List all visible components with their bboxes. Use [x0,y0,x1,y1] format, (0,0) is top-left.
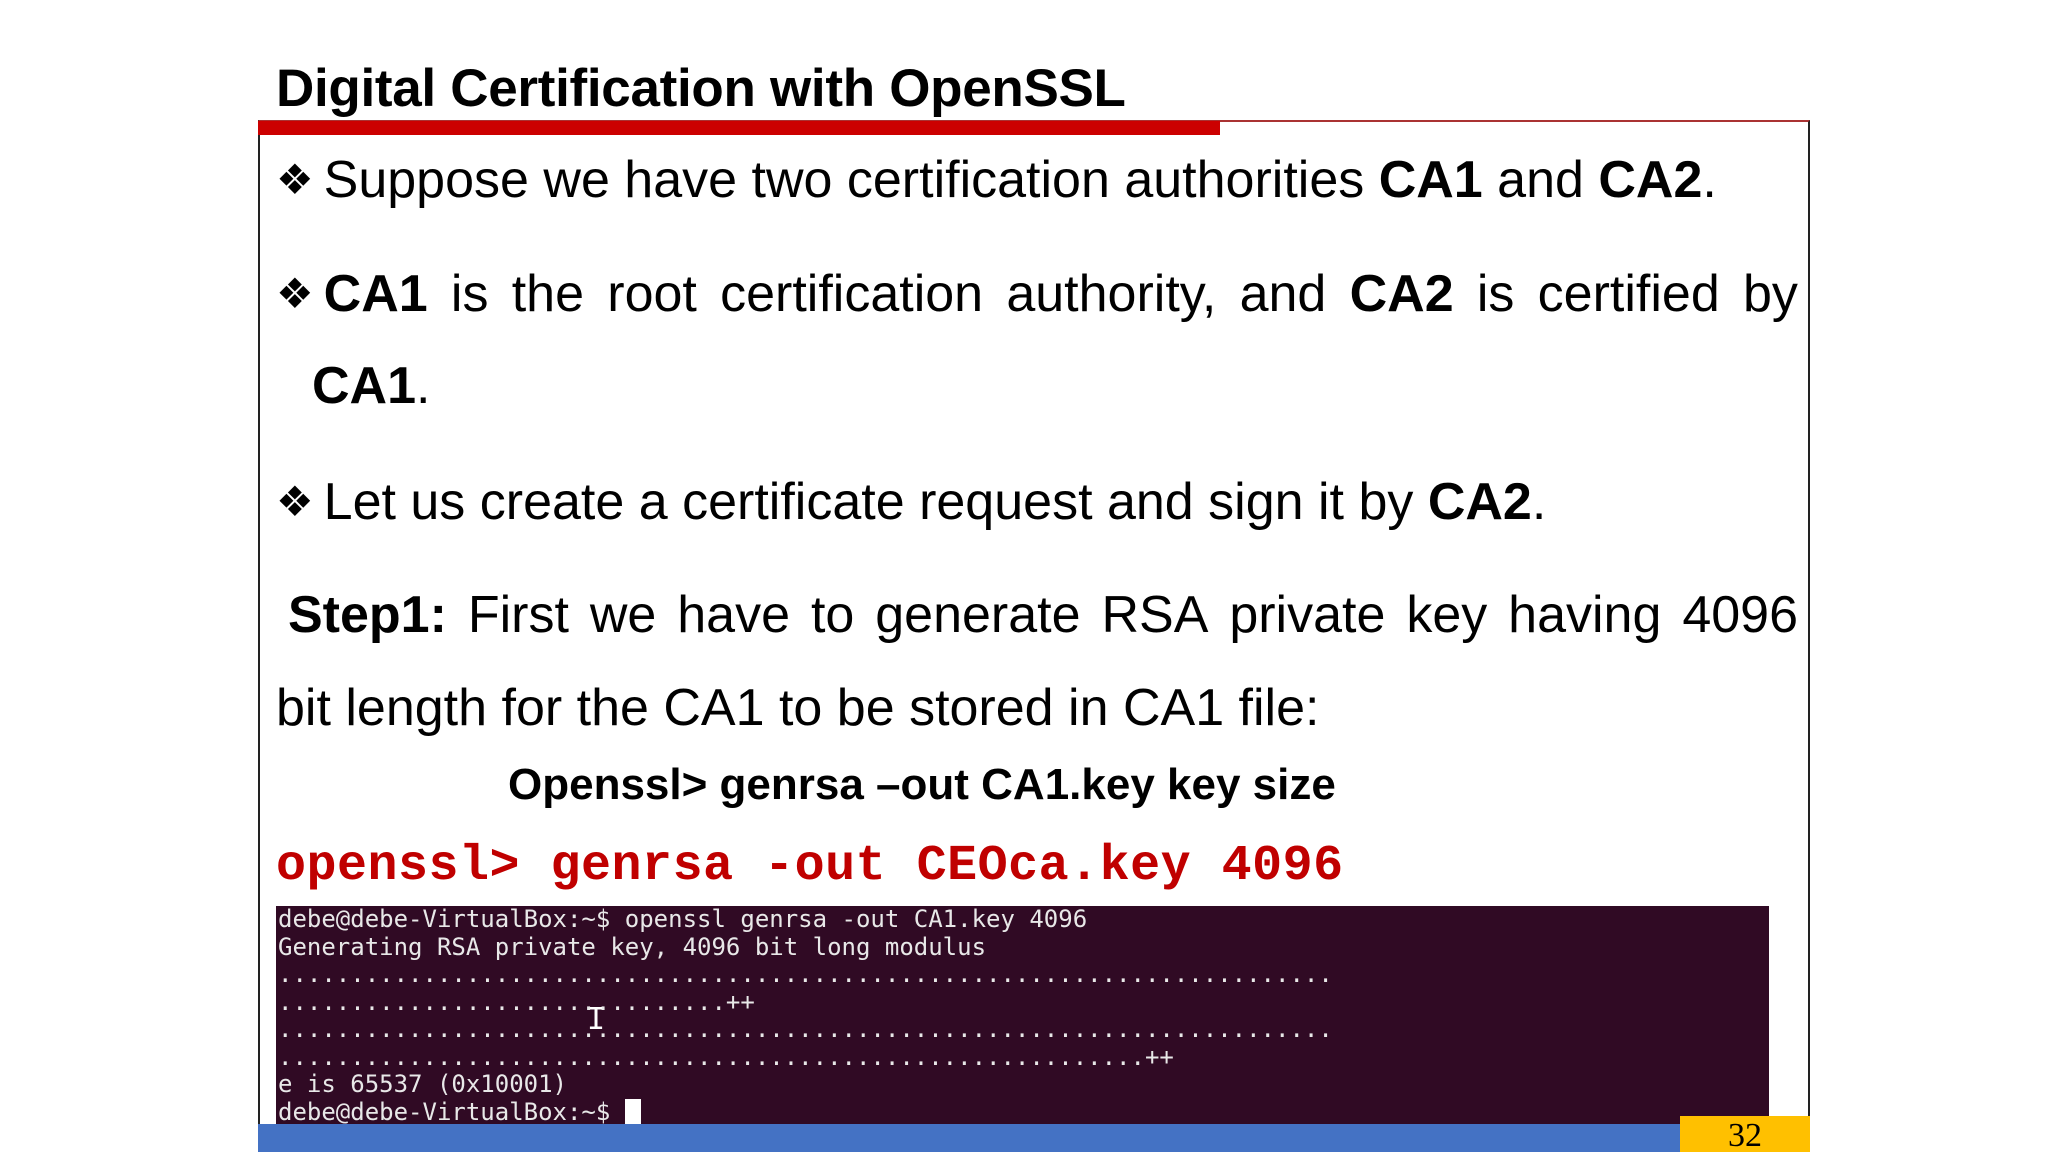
terminal-line: e is 65537 (0x10001) [278,1070,567,1098]
terminal-line: ...............................++ [278,987,755,1016]
bullet-3: ❖ Let us create a certificate request and… [276,473,1547,531]
text-cursor-icon: I [587,1002,606,1037]
command-syntax: Openssl> genrsa –out CA1.key key size [508,760,1336,809]
bullet-diamond-icon: ❖ [276,156,314,203]
bullet-2: ❖ CA1 is the root certification authority… [276,265,1798,323]
page-number: 32 [1680,1116,1810,1154]
terminal-line: ........................................… [278,960,1333,988]
bullet-2-continuation: CA1. [312,357,431,415]
slide-title: Digital Certification with OpenSSL [276,59,1126,118]
terminal-line: ........................................… [278,1042,1174,1071]
terminal-cursor [624,1098,641,1124]
terminal-line: ........................................… [278,1015,1333,1043]
terminal-line: Generating RSA private key, 4096 bit lon… [278,932,987,961]
step1-line-2: bit length for the CA1 to be stored in C… [276,679,1320,737]
command-example: openssl> genrsa -out CEOca.key 4096 [276,838,1344,895]
footer-bar [258,1124,1810,1152]
terminal-screenshot: debe@debe-VirtualBox:~$ openssl genrsa -… [276,906,1769,1128]
bullet-diamond-icon: ❖ [276,270,314,317]
terminal-line: debe@debe-VirtualBox:~$ openssl genrsa -… [278,906,1088,933]
terminal-prompt-line: debe@debe-VirtualBox:~$ [278,1098,1769,1127]
bullet-1: ❖ Suppose we have two certification autho… [276,151,1717,209]
title-underline [258,121,1220,135]
step1-paragraph: Step1: First we have to generate RSA pri… [288,586,1798,644]
bullet-diamond-icon: ❖ [276,478,314,525]
